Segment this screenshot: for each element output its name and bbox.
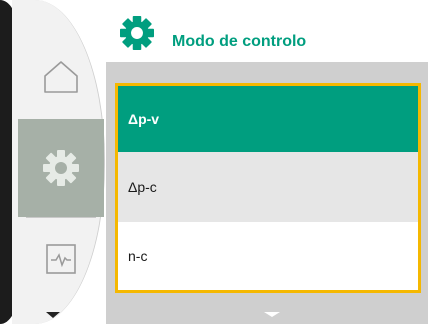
list-item-dp-v[interactable]: Δp-v	[118, 86, 418, 152]
sidebar-nav	[18, 0, 104, 324]
page-title: Modo de controlo	[172, 33, 307, 50]
sidebar-item-diagnostics[interactable]	[18, 217, 104, 301]
list-item-n-c[interactable]: n-c	[118, 222, 418, 290]
list-item-label: Δp-v	[128, 111, 160, 127]
gear-icon	[43, 150, 79, 186]
sidebar-item-settings[interactable]	[18, 119, 104, 217]
control-mode-list: Δp-v Δp-c n-c	[115, 83, 421, 293]
header: Modo de controlo	[106, 0, 428, 62]
content-area: Δp-v Δp-c n-c	[106, 62, 428, 324]
list-item-label: n-c	[128, 248, 148, 264]
home-icon	[44, 61, 78, 93]
scroll-down-icon[interactable]	[264, 312, 280, 317]
sidebar-scroll-down-icon[interactable]	[46, 312, 60, 318]
gear-icon	[120, 16, 154, 50]
diagnostics-icon	[46, 244, 76, 274]
list-item-label: Δp-c	[128, 179, 157, 195]
sidebar-item-home[interactable]	[18, 35, 104, 119]
list-item-dp-c[interactable]: Δp-c	[118, 152, 418, 222]
